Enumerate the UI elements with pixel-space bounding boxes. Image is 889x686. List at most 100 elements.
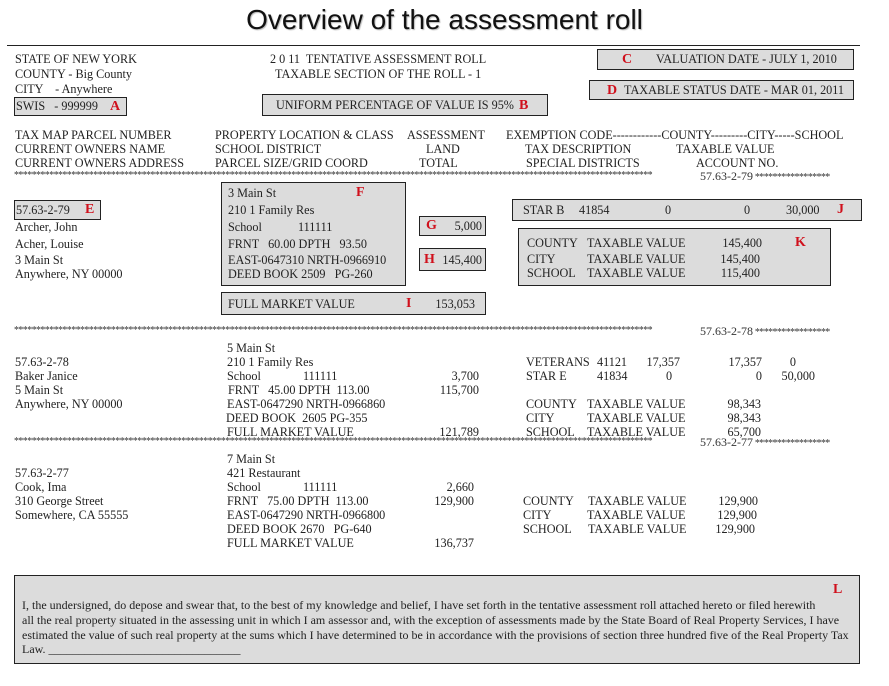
taxable-value: 129,900 [718,494,758,508]
owner-address: Anywhere, NY 00000 [15,397,123,411]
exemption-name: STAR E [526,369,567,383]
school-district-label: School [227,480,261,494]
exemption-county: 0 [665,203,672,217]
full-market-value: 153,053 [435,297,475,311]
exemption-school: 30,000 [786,203,820,217]
taxable-value: 129,900 [717,508,757,522]
separator-stars: ***************** [754,172,830,183]
exemption-city: 17,357 [728,355,762,369]
roll-section: TAXABLE SECTION OF THE ROLL - 1 [275,67,482,81]
property-location: 3 Main St [228,186,277,200]
parcel-number: 57.63-2-79 [16,203,70,217]
separator-account-no: 57.63-2-77 [700,436,753,449]
col-header-tax-description: TAX DESCRIPTION [525,142,632,156]
separator-account-no: 57.63-2-78 [700,325,753,338]
owner-address: 5 Main St [15,383,64,397]
separator-parcel-3: ****************************************… [14,436,854,450]
exemption-name: VETERANS [526,355,590,369]
separator-stars: ***************** [754,438,830,449]
taxable-value: 145,400 [722,236,762,250]
callout-label-d: D [607,83,618,98]
property-info-box: 3 Main St F 210 1 Family Res School 1111… [221,182,406,286]
taxable-value: 129,900 [715,522,755,536]
attestation-line: estimated the value of such real propert… [22,628,849,642]
valuation-date-box: C VALUATION DATE - JULY 1, 2010 [597,49,854,70]
separator-parcel-2: ****************************************… [14,325,854,339]
col-header-parcel-number: TAX MAP PARCEL NUMBER [15,128,172,142]
separator-stars: ****************************************… [14,436,653,447]
attestation-line: all the real property situated in the as… [22,613,840,627]
attestation-line: Law. ________________________________ [22,642,241,657]
separator-account-no: 57.63-2-79 [700,170,753,183]
callout-label-j: J [837,202,844,217]
owner-address: Anywhere, NY 00000 [15,267,123,281]
parcel-number-box: 57.63-2-79 E [14,200,101,220]
full-market-value-box: FULL MARKET VALUE I 153,053 [221,292,486,315]
school-district-code: 111111 [298,220,333,234]
exemption-name: STAR B [523,203,565,217]
grid-coord: EAST-0647290 NRTH-0966860 [227,397,386,411]
exemption-city: 0 [744,203,751,217]
parcel-number: 57.63-2-78 [15,355,69,369]
col-header-account-no: ACCOUNT NO. [696,156,779,170]
property-class: 421 Restaurant [227,466,301,480]
taxable-jurisdiction: COUNTY [526,397,577,411]
taxable-jurisdiction: SCHOOL [523,522,572,536]
col-header-taxable-value: TAXABLE VALUE [676,142,775,156]
col-header-land: LAND [426,142,460,156]
attestation-line: I, the undersigned, do depose and swear … [22,598,816,612]
taxable-status-date: TAXABLE STATUS DATE - MAR 01, 2011 [624,83,845,97]
taxable-value: 98,343 [727,397,761,411]
city-label: CITY - Anywhere [15,82,113,96]
taxable-jurisdiction: SCHOOL [527,266,576,280]
parcel-size: FRNT 75.00 DPTH 113.00 [227,494,369,508]
owner-address: Somewhere, CA 55555 [15,508,129,522]
total-assessment: 145,400 [442,253,482,267]
taxable-desc: TAXABLE VALUE [587,508,686,522]
separator-parcel-1: ****************************************… [14,170,854,184]
owner-name: Archer, John [15,220,78,234]
exemption-county: 17,357 [646,355,680,369]
callout-label-h: H [424,252,435,267]
callout-label-k: K [795,235,806,250]
taxable-value: 145,400 [720,252,760,266]
owner-address: 310 George Street [15,494,104,508]
full-market-value: 136,737 [434,536,474,550]
signature-line[interactable]: ________________________________ [49,642,241,656]
school-district-label: School [227,369,261,383]
exemption-code: 41834 [597,369,628,383]
parcel-size: FRNT 60.00 DPTH 93.50 [228,237,367,251]
state-label: STATE OF NEW YORK [15,52,137,66]
callout-label-b: B [519,98,529,113]
full-market-value-label: FULL MARKET VALUE [228,297,355,311]
callout-label-i: I [406,296,412,311]
taxable-status-date-box: D TAXABLE STATUS DATE - MAR 01, 2011 [589,80,854,100]
taxable-desc: TAXABLE VALUE [587,397,686,411]
separator-stars: ****************************************… [14,325,653,336]
land-assessment: 3,700 [451,369,479,383]
uniform-percentage-box: UNIFORM PERCENTAGE OF VALUE IS 95% B [262,94,548,116]
property-class: 210 1 Family Res [227,355,314,369]
land-assessment: 5,000 [454,219,482,233]
col-header-parcel-size: PARCEL SIZE/GRID COORD [215,156,368,170]
taxable-jurisdiction: CITY [526,411,555,425]
property-location: 7 Main St [227,452,276,466]
col-header-owners-name: CURRENT OWNERS NAME [15,142,166,156]
uniform-percentage-text: UNIFORM PERCENTAGE OF VALUE IS 95% [276,98,514,112]
land-assessment: 2,660 [446,480,474,494]
taxable-desc: TAXABLE VALUE [587,252,686,266]
exemption-school: 50,000 [781,369,815,383]
callout-label-l: L [833,582,843,597]
school-district-label: School [228,220,262,234]
total-assessment: 115,700 [439,383,479,397]
callout-label-g: G [426,218,437,233]
taxable-value: 98,343 [727,411,761,425]
callout-label-f: F [356,185,365,200]
callout-label-a: A [110,99,121,114]
exemption-county: 0 [666,369,673,383]
grid-coord: EAST-0647310 NRTH-0966910 [228,253,387,267]
parcel-number: 57.63-2-77 [15,466,69,480]
taxable-value-box: COUNTY TAXABLE VALUE 145,400 K CITY TAXA… [518,228,831,286]
owner-name: Baker Janice [15,369,78,383]
taxable-jurisdiction: COUNTY [523,494,574,508]
